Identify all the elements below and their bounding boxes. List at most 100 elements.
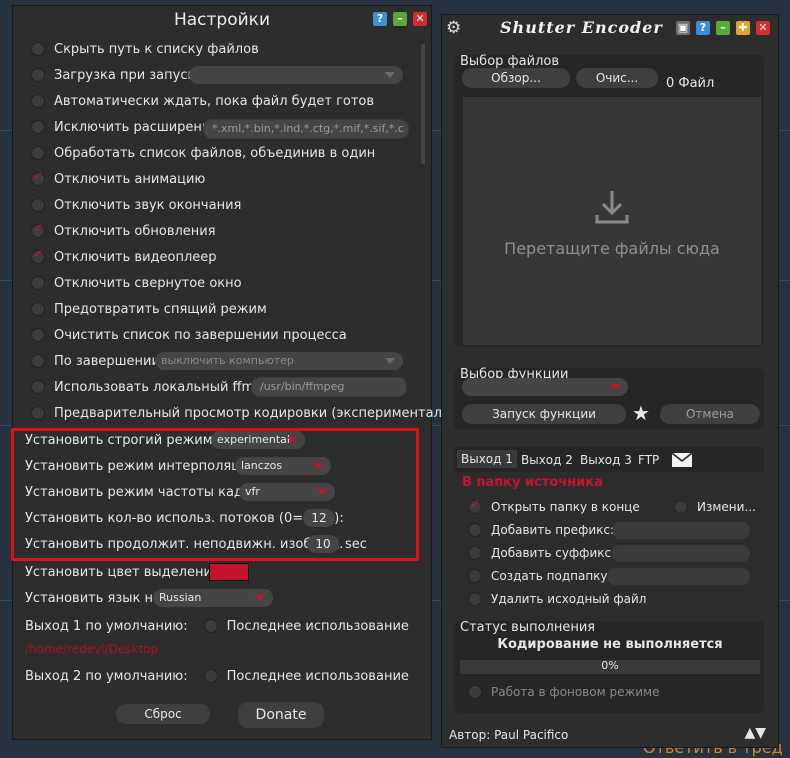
settings-option-row[interactable]: Скрыть путь к списку файлов	[31, 38, 259, 60]
settings-option-checkbox[interactable]	[31, 276, 45, 290]
suffix-input[interactable]	[612, 545, 750, 562]
minimize-icon[interactable]: –	[393, 12, 407, 26]
settings-option-checkbox[interactable]	[31, 221, 45, 238]
prefix-input[interactable]	[612, 522, 750, 539]
tab-output-3[interactable]: Выход 3	[580, 453, 632, 467]
output1-row: Выход 1 по умолчанию: Последнее использо…	[25, 615, 409, 637]
settings-option-row[interactable]: Предотвратить спящий режим	[31, 298, 267, 320]
settings-option-checkbox[interactable]	[31, 146, 45, 160]
settings-option-label: Отключить видеоплеер	[54, 249, 217, 265]
author-label: Автор: Paul Pacifico	[449, 728, 569, 742]
settings-option-checkbox[interactable]	[31, 169, 45, 186]
settings-option-checkbox[interactable]	[31, 94, 45, 108]
settings-option-row[interactable]: Отключить звук окончания	[31, 194, 241, 216]
settings-option-checkbox[interactable]	[31, 198, 45, 212]
create-subfolder-checkbox[interactable]	[468, 569, 482, 583]
settings-option-label: Очистить список по завершении процесса	[54, 327, 347, 343]
open-folder-row: Открыть папку в конце	[468, 497, 640, 517]
output1-last-used-radio[interactable]	[203, 619, 218, 633]
change-label: Измени...	[697, 500, 756, 514]
close-icon[interactable]: ✕	[413, 12, 427, 26]
settings-option-label: Отключить обновления	[54, 223, 216, 239]
language-select[interactable]: Russian	[153, 589, 273, 607]
scrollbar-thumb[interactable]	[421, 44, 425, 164]
minimize-icon[interactable]: –	[716, 21, 730, 35]
browse-button[interactable]: Обзор...	[462, 68, 570, 88]
donate-button[interactable]: Donate	[238, 702, 324, 728]
settings-option-row[interactable]: Предварительный просмотр кодировки (эксп…	[31, 402, 482, 424]
status-text: Кодирование не выполняется	[497, 637, 723, 652]
settings-option-row[interactable]: Отключить свернутое окно	[31, 272, 242, 294]
language-row: Установить язык на:	[25, 587, 165, 609]
gear-icon[interactable]: ⚙	[446, 18, 461, 38]
add-prefix-checkbox[interactable]	[468, 523, 482, 537]
settings-option-checkbox[interactable]	[31, 302, 45, 316]
settings-option-row[interactable]: По завершении:	[31, 350, 164, 372]
file-drop-zone[interactable]: Перетащите файлы сюда	[463, 97, 761, 345]
help-icon[interactable]: ?	[373, 12, 387, 26]
settings-option-row[interactable]: Очистить список по завершении процесса	[31, 324, 347, 346]
highlight-color-swatch[interactable]	[209, 563, 249, 581]
settings-option-label: Отключить звук окончания	[54, 197, 242, 213]
maximize-icon[interactable]: ✚	[736, 21, 750, 35]
output-tabs: Выход 1 Выход 2 Выход 3 FTP	[454, 447, 764, 472]
open-folder-label: Открыть папку в конце	[491, 500, 640, 514]
highlight-annotation-box	[11, 428, 419, 561]
function-select[interactable]	[462, 378, 628, 396]
settings-option-row[interactable]: Загрузка при запуске:	[31, 64, 208, 86]
settings-option-row[interactable]: Отключить видеоплеер	[31, 246, 217, 268]
help-icon[interactable]: ?	[696, 21, 710, 35]
star-icon[interactable]: ★	[632, 401, 650, 425]
background-mode-checkbox[interactable]	[468, 685, 482, 699]
settings-option-row[interactable]: Исключить расширения:	[31, 116, 223, 138]
add-suffix-checkbox[interactable]	[468, 546, 482, 560]
download-icon	[595, 191, 629, 224]
settings-option-row[interactable]: Отключить обновления	[31, 220, 216, 242]
settings-option-checkbox[interactable]	[31, 328, 45, 342]
settings-option-row[interactable]: Автоматически ждать, пока файл будет гот…	[31, 90, 374, 112]
settings-option-checkbox[interactable]	[31, 247, 45, 264]
start-function-button[interactable]: Запуск функции	[462, 404, 626, 424]
clear-button[interactable]: Очис...	[576, 68, 658, 88]
settings-option-label: Предварительный просмотр кодировки (эксп…	[54, 405, 482, 421]
ffmpeg-path-input[interactable]: /usr/bin/ffmpeg	[251, 377, 407, 397]
file-count: 0 Файл	[666, 76, 715, 91]
pin-icon[interactable]: ▣	[676, 21, 690, 35]
delete-source-label: Удалить исходный файл	[491, 592, 647, 606]
mail-icon[interactable]	[672, 453, 692, 467]
settings-option-checkbox[interactable]	[31, 354, 45, 368]
output1-path[interactable]: /home/redevl/Desktop	[25, 642, 158, 656]
close-icon[interactable]: ✕	[756, 21, 770, 35]
exclude-extensions-input[interactable]: *.xml,*.bin,*.ind,*.ctg,*.mif,*.sif,*.c	[203, 119, 409, 139]
settings-option-label: Исключить расширения:	[54, 119, 223, 135]
open-folder-checkbox[interactable]	[468, 497, 482, 514]
change-checkbox[interactable]	[674, 500, 688, 514]
cancel-button[interactable]: Отмена	[660, 404, 760, 424]
output2-last-used-radio[interactable]	[203, 669, 218, 683]
settings-option-row[interactable]: Отключить анимацию	[31, 168, 205, 190]
settings-option-checkbox[interactable]	[31, 406, 45, 420]
settings-option-label: Загрузка при запуске:	[54, 67, 208, 83]
settings-option-checkbox[interactable]	[31, 68, 45, 82]
output1-label: Выход 1 по умолчанию:	[25, 618, 188, 634]
settings-option-label: Скрыть путь к списку файлов	[54, 41, 259, 57]
settings-option-checkbox[interactable]	[31, 42, 45, 56]
tab-ftp[interactable]: FTP	[638, 453, 659, 467]
tab-output-1[interactable]: Выход 1	[457, 450, 517, 468]
settings-option-checkbox[interactable]	[31, 380, 45, 394]
language-label: Установить язык на:	[25, 590, 166, 606]
settings-option-label: По завершении:	[54, 353, 165, 369]
subfolder-input[interactable]	[607, 568, 750, 585]
reset-button[interactable]: Сброс	[116, 704, 210, 724]
startup-load-select[interactable]	[189, 66, 403, 84]
settings-option-checkbox[interactable]	[31, 120, 45, 134]
change-row: Измени...	[674, 497, 756, 517]
settings-option-row[interactable]: Использовать локальный ffmpeg:	[31, 376, 283, 398]
settings-window: Настройки ? – ✕ Скрыть путь к списку фай…	[11, 5, 482, 740]
collapse-arrows-icon[interactable]: ▲▼	[744, 725, 766, 741]
delete-source-checkbox[interactable]	[468, 592, 482, 606]
settings-option-row[interactable]: Обработать список файлов, объединив в од…	[31, 142, 375, 164]
tab-output-2[interactable]: Выход 2	[521, 453, 573, 467]
on-finish-select[interactable]: выключить компьютер	[155, 352, 403, 370]
highlight-color-row: Установить цвет выделения:	[25, 561, 224, 583]
